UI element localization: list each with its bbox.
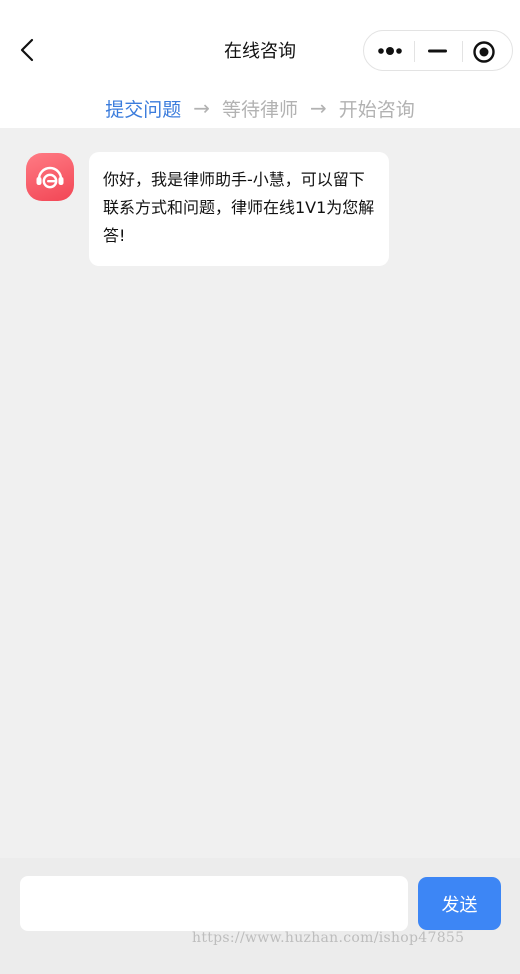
watermark-text: https://www.huzhan.com/ishop47855 — [192, 930, 465, 946]
customer-service-headset-icon — [36, 166, 64, 189]
close-button[interactable] — [472, 40, 496, 64]
step-submit-question: 提交问题 — [105, 98, 182, 121]
navigation-bar: 在线咨询 — [0, 0, 520, 96]
progress-steps: 提交问题 → 等待律师 → 开始咨询 — [0, 88, 520, 128]
composer-bar: 发送 — [0, 858, 520, 974]
mini-program-capsule — [363, 30, 513, 71]
step-wait-lawyer: 等待律师 — [221, 98, 298, 121]
step-start-consult: 开始咨询 — [338, 98, 415, 121]
capsule-divider — [462, 41, 463, 62]
step-arrow: → — [310, 96, 327, 120]
more-dots-icon — [378, 47, 402, 55]
send-button[interactable]: 发送 — [418, 877, 501, 930]
minimize-icon — [428, 49, 447, 53]
message-input[interactable] — [20, 876, 408, 931]
assistant-avatar — [26, 153, 74, 201]
step-arrow: → — [193, 96, 210, 120]
more-button[interactable] — [376, 41, 406, 61]
capsule-divider — [414, 41, 415, 62]
minimize-button[interactable] — [426, 41, 450, 61]
target-close-icon — [473, 41, 495, 63]
chat-bubble: 你好，我是律师助手-小慧，可以留下联系方式和问题，律师在线1V1为您解答! — [89, 152, 389, 266]
